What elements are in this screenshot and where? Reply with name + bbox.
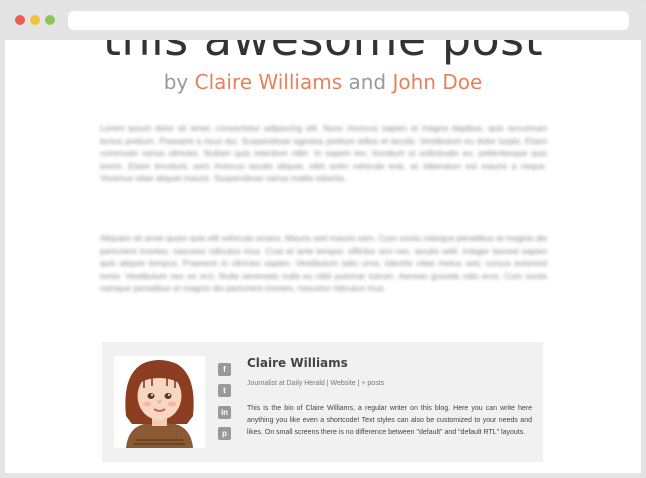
pinterest-icon[interactable]: p: [218, 427, 231, 440]
author-box-bio: This is the bio of Claire Williams, a re…: [247, 405, 532, 436]
author-box-name[interactable]: Claire Williams: [247, 356, 348, 370]
twitter-icon[interactable]: t: [218, 384, 231, 397]
author-box-meta: Journalist at Daily Herald | Website | +…: [247, 380, 385, 387]
post-paragraph-1: Lorem ipsum dolor sit amet, consectetur …: [100, 123, 547, 184]
close-window-button[interactable]: [15, 15, 25, 25]
byline-prefix: by: [163, 70, 189, 94]
page-viewport: this awesome post by Claire Williams and…: [5, 40, 641, 473]
address-bar[interactable]: [68, 11, 629, 30]
author-link-2[interactable]: John Doe: [392, 70, 482, 94]
browser-titlebar: [0, 0, 646, 40]
browser-window: this awesome post by Claire Williams and…: [0, 0, 646, 478]
post-paragraph-2: Aliquam sit amet quam quis elit vehicula…: [100, 233, 547, 294]
minimize-window-button[interactable]: [30, 15, 40, 25]
author-link-1[interactable]: Claire Williams: [195, 70, 343, 94]
author-avatar: [114, 356, 205, 448]
facebook-icon[interactable]: f: [218, 363, 231, 376]
byline-and: and: [348, 70, 387, 94]
avatar-illustration: [114, 356, 205, 448]
post-title: this awesome post: [5, 40, 641, 66]
maximize-window-button[interactable]: [45, 15, 55, 25]
author-box: f t in p Claire Williams Journalist at D…: [102, 342, 543, 462]
post-byline: by Claire Williams and John Doe: [5, 70, 641, 94]
linkedin-icon[interactable]: in: [218, 406, 231, 419]
